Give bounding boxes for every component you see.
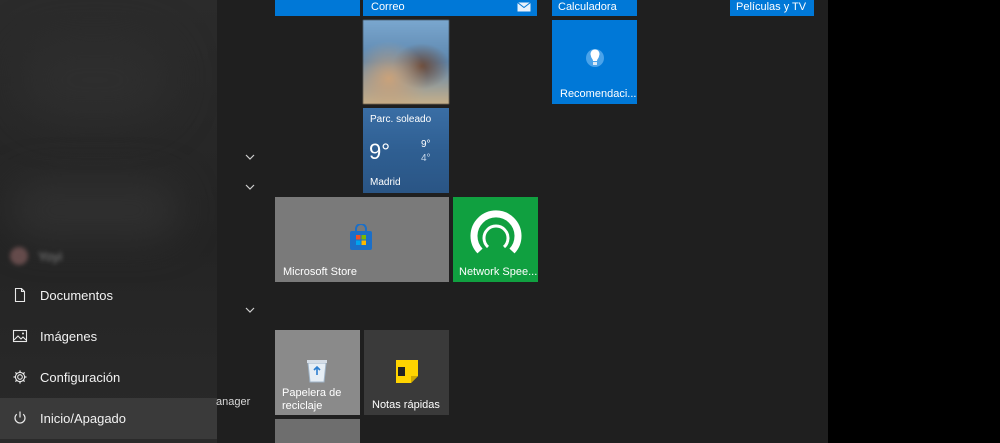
menu-item-documentos[interactable]: Documentos <box>0 275 217 316</box>
power-icon <box>14 411 26 424</box>
weather-low: 4° <box>421 153 431 164</box>
user-name: Yoyi <box>38 248 63 264</box>
document-icon <box>14 287 26 303</box>
blur-shape <box>20 40 170 120</box>
store-icon <box>350 224 372 250</box>
tile-label: Network Spee... <box>459 266 538 278</box>
mail-icon <box>517 2 531 12</box>
tile-recomendaciones[interactable]: Recomendaci... <box>552 20 637 104</box>
blur-shape <box>10 180 180 240</box>
tile-weather[interactable]: Parc. soleado 9° 9° 4° Madrid <box>363 108 449 193</box>
weather-city: Madrid <box>370 177 401 188</box>
menu-item-label: Configuración <box>40 370 121 385</box>
tile-papelera[interactable]: Papelera de reciclaje <box>275 330 360 415</box>
tile-label: Películas y TV <box>736 1 807 13</box>
menu-item-configuracion[interactable]: Configuración <box>0 357 217 398</box>
tile-label-line1: Papelera de <box>282 387 342 399</box>
image-icon <box>12 329 28 343</box>
weather-temperature: 9° <box>369 139 391 164</box>
speed-gauge-icon <box>470 210 522 254</box>
chevron-down-icon[interactable] <box>245 153 255 161</box>
tile-calculadora[interactable]: Calculadora <box>552 0 637 16</box>
desktop-edge <box>828 0 1000 443</box>
tile-label: Correo <box>371 1 405 13</box>
weather-high: 9° <box>421 139 431 150</box>
menu-item-label: Imágenes <box>40 329 98 344</box>
tile-label: Microsoft Store <box>283 266 357 278</box>
recycle-bin-icon <box>307 360 327 383</box>
tile-microsoft-store[interactable]: Microsoft Store <box>275 197 449 282</box>
tile-peliculas-tv[interactable]: Películas y TV <box>730 0 814 16</box>
tile-label-line2: reciclaje <box>282 400 323 412</box>
menu-item-imagenes[interactable]: Imágenes <box>0 316 217 357</box>
chevron-down-icon[interactable] <box>245 183 255 191</box>
tile-notas-rapidas[interactable]: Notas rápidas <box>364 330 449 415</box>
menu-item-label: Inicio/Apagado <box>40 411 127 426</box>
gear-icon <box>13 370 27 384</box>
tile-photos[interactable] <box>363 20 449 104</box>
tile-network-speed[interactable]: Network Spee... <box>453 197 538 282</box>
tile-label: Calculadora <box>558 1 617 13</box>
start-left-panel: Yoyi Documentos Imágenes Configuración I… <box>0 0 217 443</box>
chevron-down-icon[interactable] <box>245 306 255 314</box>
menu-item-label: Documentos <box>40 288 113 303</box>
weather-condition: Parc. soleado <box>370 114 432 125</box>
tile-bottom-partial[interactable] <box>275 419 360 443</box>
user-account[interactable]: Yoyi <box>10 247 62 265</box>
sticky-note-icon <box>396 360 418 383</box>
tile-label: Notas rápidas <box>372 399 440 411</box>
tile-top-left[interactable] <box>275 0 360 16</box>
lightbulb-icon <box>586 49 604 67</box>
tile-label: Recomendaci... <box>560 88 637 100</box>
tile-correo[interactable]: Correo <box>363 0 537 16</box>
menu-item-inicio-apagado[interactable]: Inicio/Apagado <box>0 398 217 439</box>
app-list-item-label[interactable]: anager <box>216 396 250 408</box>
avatar <box>10 247 28 265</box>
